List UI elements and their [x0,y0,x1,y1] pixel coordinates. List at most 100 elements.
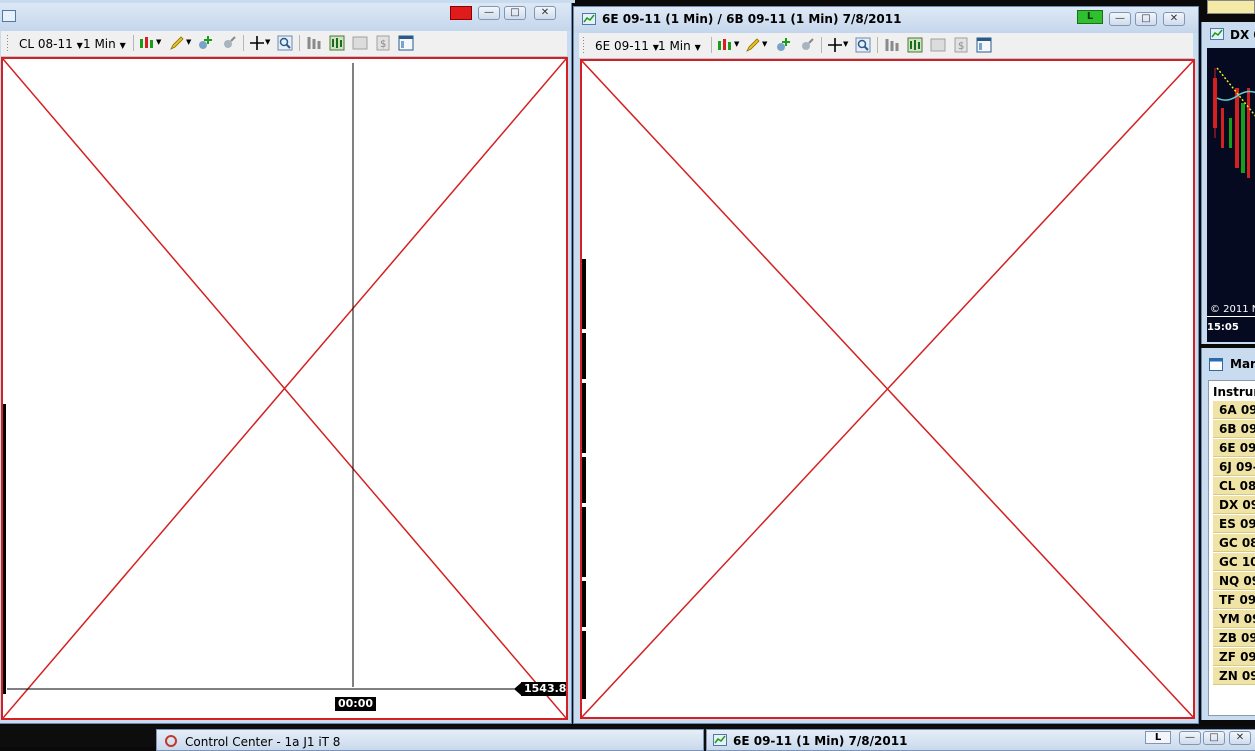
toolbar-separator [877,37,878,53]
table-row[interactable]: ZN 09- [1213,667,1255,685]
table-row[interactable]: 6E 09- [1213,439,1255,457]
taskbar-item-chart[interactable]: 6E 09-11 (1 Min) 7/8/2011 L — □ ✕ [706,729,1255,751]
right-chart-panel[interactable] [580,59,1195,719]
instrument-label: 6E 09-11 [595,39,649,53]
left-chart-toolbar: CL 08-11 ▼ 1 Min ▼ ▼ ▼ ▼ $ [1,31,567,57]
market-analyzer-grid: Instrum 6A 09-6B 09-6E 09-6J 09-CL 08-DX… [1208,380,1255,716]
instrument-label: CL 08-11 [19,37,73,51]
toolbar-separator [711,37,712,53]
chart-trader-icon[interactable] [352,35,368,51]
maximize-button[interactable]: □ [1203,731,1225,745]
chevron-down-icon[interactable]: ▼ [186,38,191,46]
chart-app-icon [2,10,16,22]
maximize-button[interactable]: □ [504,6,526,20]
toolbar-separator [243,35,244,51]
table-row[interactable]: CL 08- [1213,477,1255,495]
side-chart-title: DX 0 [1230,28,1255,42]
chevron-down-icon[interactable]: ▼ [843,40,848,48]
close-button[interactable]: ✕ [1163,12,1185,26]
table-row[interactable]: GC 08- [1213,534,1255,552]
close-button[interactable]: ✕ [534,6,556,20]
instrument-selector[interactable]: 6E 09-11 ▼ [595,39,659,53]
table-row[interactable]: ZF 09- [1213,648,1255,666]
toolbar-separator [133,35,134,51]
window-layout-icon[interactable] [976,37,992,53]
grid-window-icon [1209,358,1223,371]
table-row[interactable]: 6A 09- [1213,401,1255,419]
crosshair-icon[interactable] [827,37,843,53]
left-volume-strip [3,404,6,694]
left-chart-panel[interactable]: 1543.8 00:00 [1,57,568,720]
svg-text:$: $ [958,41,964,52]
chart-properties-icon[interactable] [329,35,345,51]
window-layout-icon[interactable] [398,35,414,51]
toolbar-grip [583,37,584,53]
add-indicator-icon[interactable] [197,35,213,51]
minimize-button[interactable]: — [1109,12,1131,26]
strategy-icon[interactable] [799,37,815,53]
svg-text:$: $ [380,39,386,50]
window-title: 6E 09-11 (1 Min) / 6B 09-11 (1 Min) 7/8/… [602,12,902,26]
data-series-icon[interactable] [884,37,900,53]
chart-app-icon [582,13,596,25]
side-chart-axis [1207,316,1255,317]
market-analyzer-window: Mark Instrum 6A 09-6B 09-6E 09-6J 09-CL … [1201,348,1255,720]
chevron-down-icon[interactable]: ▼ [762,40,767,48]
chart-app-icon [713,734,727,746]
table-row[interactable]: DX 09- [1213,496,1255,514]
table-row[interactable]: TF 09- [1213,591,1255,609]
side-chart-panel[interactable]: © 2011 N 15:05 [1207,48,1255,342]
background-window-edge [0,0,575,3]
chevron-down-icon[interactable]: ▼ [156,38,161,46]
maximize-button[interactable]: □ [1135,12,1157,26]
add-indicator-icon[interactable] [775,37,791,53]
market-analyzer-title: Mark [1230,357,1255,371]
table-row[interactable]: 6J 09- [1213,458,1255,476]
left-titlebar[interactable]: — □ ✕ [0,1,571,31]
chevron-down-icon[interactable]: ▼ [265,38,270,46]
record-indicator[interactable] [450,6,472,20]
candlestick-style-icon[interactable] [717,37,733,53]
missing-image-placeholder [3,59,566,718]
side-chart-time-label: 15:05 [1207,322,1239,333]
toolbar-grip [7,35,8,51]
interval-label: 1 Min [83,37,116,51]
interval-selector[interactable]: 1 Min ▼ [83,37,126,51]
zoom-icon[interactable] [855,37,871,53]
data-series-icon[interactable] [306,35,322,51]
right-titlebar[interactable]: 6E 09-11 (1 Min) / 6B 09-11 (1 Min) 7/8/… [574,7,1198,33]
instrument-selector[interactable]: CL 08-11 ▼ [19,37,83,51]
interval-label: 1 Min [658,39,691,53]
right-volume-strip [582,259,586,699]
table-row[interactable]: 6B 09- [1213,420,1255,438]
pencil-icon[interactable] [745,37,761,53]
chart-properties-icon[interactable] [907,37,923,53]
table-row[interactable]: ES 09- [1213,515,1255,533]
dollar-icon[interactable]: $ [953,37,969,53]
chart-trader-icon[interactable] [930,37,946,53]
link-badge[interactable]: L [1077,10,1103,24]
table-row[interactable]: GC 10- [1213,553,1255,571]
chevron-down-icon[interactable]: ▼ [734,40,739,48]
minimize-button[interactable]: — [478,6,500,20]
pencil-icon[interactable] [169,35,185,51]
control-center-icon [165,735,177,747]
table-row[interactable]: ZB 09- [1213,629,1255,647]
link-badge[interactable]: L [1145,731,1171,744]
interval-selector[interactable]: 1 Min ▼ [658,39,701,53]
chart-app-icon [1210,28,1224,40]
crosshair-icon[interactable] [249,35,265,51]
toolbar-separator [299,35,300,51]
table-row[interactable]: NQ 09- [1213,572,1255,590]
close-button[interactable]: ✕ [1229,731,1251,745]
left-chart-window: — □ ✕ CL 08-11 ▼ 1 Min ▼ ▼ ▼ ▼ $ 1543.8 … [0,0,572,724]
minimize-button[interactable]: — [1179,731,1201,745]
mini-candles [1213,67,1255,178]
dollar-icon[interactable]: $ [375,35,391,51]
table-row[interactable]: YM 09- [1213,610,1255,628]
taskbar-item-control-center[interactable]: Control Center - 1a J1 iT 8 [156,729,704,751]
zoom-icon[interactable] [277,35,293,51]
candlestick-style-icon[interactable] [139,35,155,51]
column-header-instrument[interactable]: Instrum [1213,383,1255,401]
strategy-icon[interactable] [221,35,237,51]
